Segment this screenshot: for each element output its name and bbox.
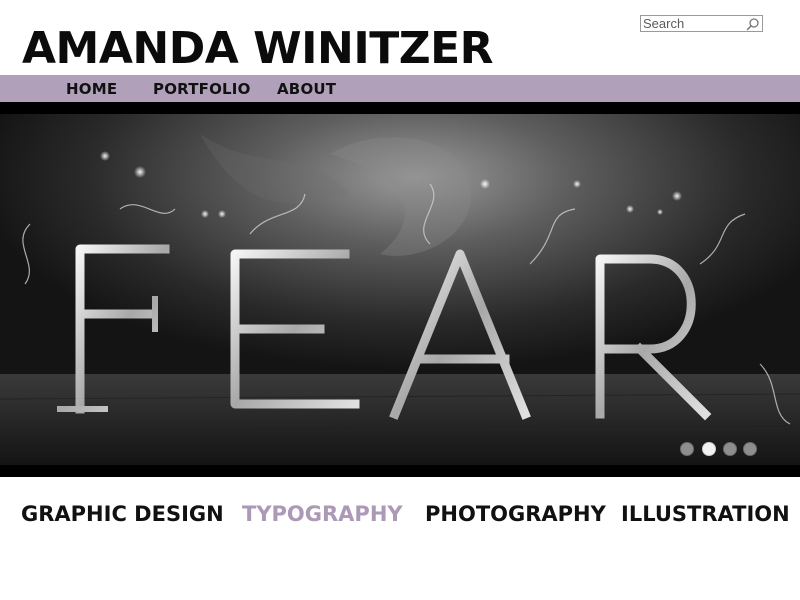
- search-box[interactable]: [640, 15, 763, 32]
- category-illustration[interactable]: ILLUSTRATION: [621, 500, 790, 528]
- category-photography[interactable]: PHOTOGRAPHY: [425, 500, 606, 528]
- main-nav: HOME PORTFOLIO ABOUT: [0, 75, 800, 102]
- nav-portfolio-link[interactable]: PORTFOLIO: [153, 75, 251, 102]
- nav-about-link[interactable]: ABOUT: [277, 75, 336, 102]
- page: AMANDA WINITZER HOME PORTFOLIO ABOUT: [0, 0, 800, 600]
- slide-dot-1[interactable]: [680, 442, 694, 456]
- category-typography[interactable]: TYPOGRAPHY: [242, 500, 403, 528]
- site-title[interactable]: AMANDA WINITZER: [22, 22, 494, 76]
- nav-home-link[interactable]: HOME: [66, 75, 117, 102]
- slide-dot-2[interactable]: [702, 442, 716, 456]
- slide-dot-3[interactable]: [723, 442, 737, 456]
- hero-image: [0, 114, 800, 465]
- search-input[interactable]: [642, 16, 743, 31]
- hero-slider[interactable]: [0, 102, 800, 477]
- category-graphic-design[interactable]: GRAPHIC DESIGN: [21, 500, 224, 528]
- slide-dot-4[interactable]: [743, 442, 757, 456]
- search-icon[interactable]: [746, 17, 760, 31]
